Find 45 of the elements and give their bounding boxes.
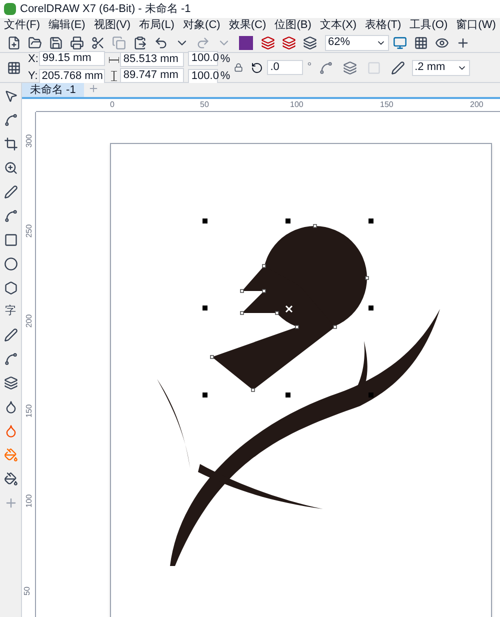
scale-x-field[interactable]: 100.0 <box>188 51 218 66</box>
menu-item[interactable]: 布局(L) <box>139 17 174 34</box>
center-mark-icon <box>285 305 293 313</box>
document-tab[interactable]: 未命名 -1 <box>22 83 84 97</box>
ruler-label: 200 <box>24 314 35 328</box>
ruler-label: 250 <box>24 224 35 238</box>
ruler-label: 50 <box>21 586 32 596</box>
menu-item[interactable]: 工具(O) <box>410 17 448 34</box>
menu-item[interactable]: 位图(B) <box>274 17 312 34</box>
width-field[interactable]: 85.513 mm <box>120 52 184 67</box>
percent-label: % <box>220 52 230 66</box>
outline-width-dropdown[interactable]: .2 mm <box>412 60 470 76</box>
ruler-label: 150 <box>380 99 394 111</box>
rotation-field[interactable]: .0 <box>267 60 304 75</box>
ruler-label: 0 <box>110 99 114 111</box>
ruler-label: 50 <box>200 99 209 111</box>
lock-icon[interactable] <box>234 63 244 72</box>
y-label: Y: <box>28 69 38 84</box>
rotate-icon <box>251 62 264 74</box>
menu-item[interactable]: 文本(X) <box>320 17 357 34</box>
menu-item[interactable]: 对象(C) <box>183 17 220 34</box>
zoom-dropdown[interactable]: 62% <box>325 34 389 50</box>
ruler-label: 100 <box>24 494 35 508</box>
height-icon <box>109 70 120 80</box>
menu-item[interactable]: 视图(V) <box>94 17 130 34</box>
scale-y-field[interactable]: 100.0 <box>188 68 218 84</box>
app-logo-icon <box>4 3 16 15</box>
menu-item[interactable]: 窗口(W) <box>456 17 496 34</box>
x-field[interactable]: 99.15 mm <box>39 51 106 66</box>
menu-item[interactable]: 文件(F) <box>4 17 40 34</box>
window-title: CorelDRAW X7 (64-Bit) - 未命名 -1 <box>20 2 191 17</box>
height-field[interactable]: 89.747 mm <box>120 68 184 83</box>
text-tool-icon[interactable]: 字 <box>5 303 16 320</box>
menu-item[interactable]: 编辑(E) <box>48 17 86 34</box>
ruler-label: 150 <box>24 404 35 418</box>
menu-item[interactable]: 效果(C) <box>228 17 266 34</box>
ruler-label: 300 <box>24 134 35 148</box>
y-field[interactable]: 205.768 mm <box>38 68 105 84</box>
x-label: X: <box>28 52 38 66</box>
degree-label: ° <box>307 60 312 76</box>
ruler-label: 100 <box>290 99 304 111</box>
ruler-label: 200 <box>470 99 484 111</box>
width-icon <box>109 54 120 64</box>
menu-item[interactable]: 表格(T) <box>365 17 402 34</box>
percent-label: % <box>220 69 230 84</box>
